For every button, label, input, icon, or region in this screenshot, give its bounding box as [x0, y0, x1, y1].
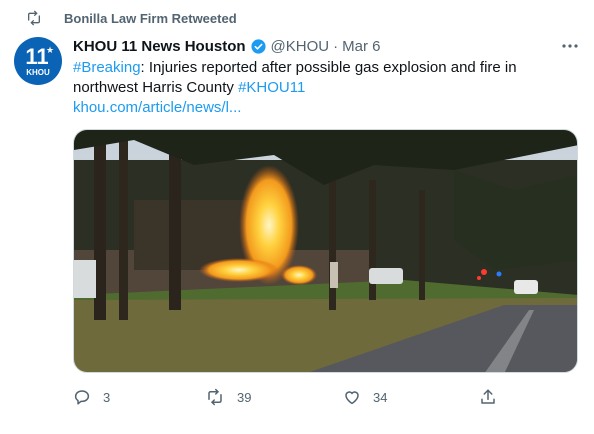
author-handle[interactable]: @KHOU — [271, 38, 330, 55]
avatar-brand: KHOU — [26, 68, 50, 77]
retweet-button[interactable]: 39 — [205, 386, 251, 408]
share-icon — [481, 389, 495, 404]
more-icon — [562, 44, 578, 48]
reply-button[interactable]: 3 — [73, 386, 110, 408]
heart-icon — [345, 391, 359, 405]
hashtag-khou11[interactable]: #KHOU11 — [238, 79, 305, 96]
avatar-star: ★ — [46, 45, 54, 55]
reply-count: 3 — [103, 389, 111, 405]
like-count: 34 — [373, 389, 388, 405]
tweet-photo[interactable] — [73, 129, 578, 373]
tweet-header: KHOU 11 News Houston @KHOU · Mar 6 — [73, 36, 380, 56]
verified-icon — [250, 38, 267, 55]
retweet-count: 39 — [237, 389, 252, 405]
article-link[interactable]: khou.com/article/news/l... — [73, 99, 241, 116]
share-button[interactable] — [479, 386, 509, 408]
retweet-icon — [208, 388, 222, 406]
tweet-text: #Breaking: Injuries reported after possi… — [73, 58, 563, 118]
tweet-actions: 3 39 34 — [73, 386, 543, 408]
header-separator: · — [333, 37, 339, 55]
tweet-date[interactable]: Mar 6 — [342, 38, 380, 55]
hashtag-breaking[interactable]: #Breaking — [73, 59, 141, 76]
reply-icon — [74, 390, 90, 405]
author-name[interactable]: KHOU 11 News Houston — [73, 38, 246, 55]
retweet-icon — [28, 10, 40, 26]
avatar[interactable]: 11 ★ KHOU — [14, 37, 62, 85]
retweet-label: Bonilla Law Firm Retweeted — [64, 10, 237, 26]
more-options-button[interactable] — [560, 36, 580, 56]
retweet-context[interactable]: Bonilla Law Firm Retweeted — [26, 8, 237, 28]
like-button[interactable]: 34 — [343, 386, 387, 408]
